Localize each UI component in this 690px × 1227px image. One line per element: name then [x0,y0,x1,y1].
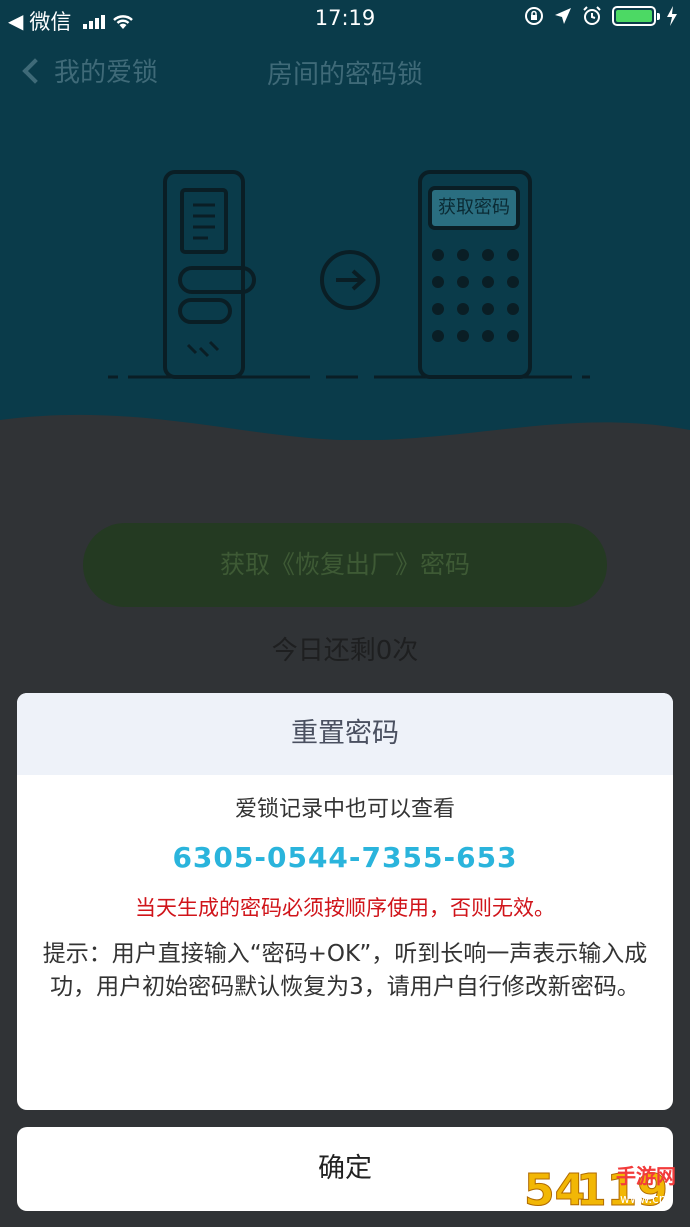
dialog-subtitle: 爱锁记录中也可以查看 [234,797,455,822]
status-bar: ◀ 微信 17:19 [0,0,690,38]
charging-icon [667,6,677,26]
watermark-graphic: 54 119 手游网 www.cn [524,1164,677,1217]
page-title: 房间的密码锁 [266,60,423,90]
reset-password-dialog: 重置密码 爱锁记录中也可以查看 6305-0544-7355-653 当天生成的… [17,693,673,1110]
get-factory-reset-code-button[interactable]: 获取《恢复出厂》密码 [83,523,607,607]
watermark-logo: 54 119 手游网 www.cn [524,1155,684,1221]
tip-text: 提示：用户直接输入“密码+OK”，听到长响一声表示输入成功，用户初始密码默认恢复… [42,941,648,1000]
status-right [524,6,678,26]
svg-text:www.cn: www.cn [620,1192,666,1206]
dialog-title: 重置密码 [17,693,673,775]
rotation-lock-icon [525,7,543,25]
battery-icon [612,6,660,26]
lock-illustration: 获取密码 [100,160,590,390]
alarm-icon [583,6,601,25]
location-icon [555,8,571,24]
nav-bar: 我的爱锁 房间的密码锁 [0,44,690,100]
keypad-screen-label: 获取密码 [438,197,510,218]
hero-wave [0,414,690,470]
warning-text: 当天生成的密码必须按顺序使用，否则无效。 [135,896,555,920]
remaining-count-text: 今日还剩0次 [271,636,419,666]
svg-text:手游网: 手游网 [616,1164,676,1188]
reset-code[interactable]: 6305-0544-7355-653 [17,841,673,874]
